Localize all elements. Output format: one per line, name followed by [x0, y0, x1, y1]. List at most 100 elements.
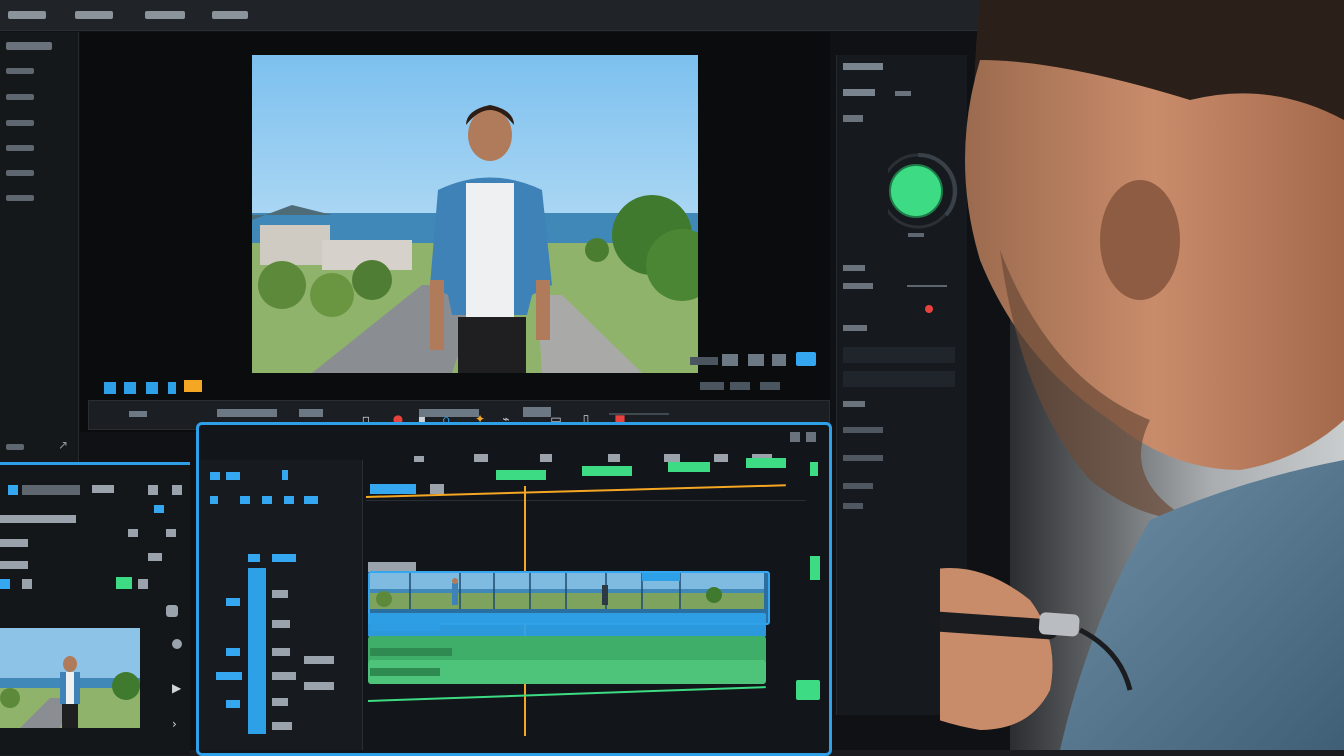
track-tool-icon[interactable] — [240, 496, 250, 504]
menu-label-3[interactable] — [145, 11, 185, 19]
parameter-label — [843, 283, 873, 289]
browser-icon[interactable] — [8, 485, 18, 495]
browser-icon[interactable] — [172, 639, 182, 649]
viewer-control[interactable] — [760, 382, 780, 390]
property-row[interactable] — [843, 347, 955, 363]
track-tool-icon[interactable] — [262, 496, 272, 504]
browser-icon[interactable] — [148, 485, 158, 495]
track-target-icon[interactable] — [226, 648, 240, 656]
project-item[interactable] — [6, 94, 34, 100]
audio-meter-level — [810, 556, 820, 580]
view-mode-icon[interactable] — [124, 382, 136, 394]
work-area-bar[interactable] — [365, 484, 786, 498]
marker-region[interactable] — [496, 470, 546, 480]
source-thumbnail[interactable] — [0, 628, 140, 728]
keyframe-indicator[interactable] — [925, 305, 933, 313]
browser-icon[interactable] — [138, 579, 148, 589]
ruler-label — [430, 484, 444, 494]
view-mode-icon[interactable] — [104, 382, 116, 394]
browser-icon[interactable] — [148, 553, 162, 561]
scrubber-mark[interactable] — [129, 411, 147, 417]
viewer-settings-button[interactable] — [796, 352, 816, 366]
project-item[interactable] — [6, 120, 34, 126]
project-panel: ↗ — [0, 32, 79, 462]
audio-meter-level — [810, 462, 818, 476]
track-tool-icon[interactable] — [226, 472, 240, 480]
browser-icon[interactable] — [22, 579, 32, 589]
timeline-settings-icon[interactable] — [790, 432, 800, 442]
view-mode-icon[interactable] — [168, 382, 176, 394]
video-clip-footer[interactable] — [368, 613, 766, 637]
track-label — [304, 682, 334, 690]
person-illustration — [790, 0, 1344, 750]
viewer-control[interactable] — [772, 354, 786, 366]
menu-label-2[interactable] — [75, 11, 113, 19]
browser-icon[interactable] — [0, 579, 10, 589]
project-item[interactable] — [6, 170, 34, 176]
time-ruler[interactable] — [365, 458, 806, 501]
track-tool-icon[interactable] — [284, 496, 294, 504]
viewer-control[interactable] — [730, 382, 750, 390]
track-label — [272, 648, 290, 656]
project-item[interactable] — [6, 68, 34, 74]
panel-footer-label — [6, 444, 24, 450]
preview-frame — [252, 55, 698, 373]
track-target-icon[interactable] — [216, 672, 242, 680]
marker-button[interactable] — [184, 380, 202, 392]
chevron-right-icon[interactable]: › — [172, 717, 177, 731]
video-clip-thumbnails — [370, 573, 764, 609]
property-row[interactable] — [843, 371, 955, 387]
marker-region[interactable] — [582, 466, 632, 476]
menu-bar — [0, 0, 980, 31]
timeline-tool[interactable] — [474, 454, 488, 462]
viewer-control[interactable] — [690, 357, 718, 365]
panel-title — [6, 42, 52, 50]
track-label — [272, 698, 288, 706]
play-icon[interactable]: ▶ — [172, 681, 181, 695]
track-tool-icon[interactable] — [282, 470, 288, 480]
editor-person — [790, 0, 1344, 750]
browser-item[interactable] — [0, 515, 76, 523]
track-target-icon[interactable] — [226, 598, 240, 606]
inspector-tab[interactable] — [843, 89, 875, 96]
browser-icon[interactable] — [166, 605, 178, 617]
browser-badge[interactable] — [116, 577, 132, 589]
property-label — [843, 427, 883, 433]
track-height-slider[interactable] — [248, 568, 266, 734]
browser-item[interactable] — [0, 561, 28, 569]
track-label — [304, 656, 334, 664]
browser-icon[interactable] — [154, 505, 164, 513]
browser-icon[interactable] — [166, 529, 176, 537]
timeline-close-icon[interactable] — [806, 432, 816, 442]
track-tool-icon[interactable] — [210, 496, 218, 504]
track-label — [248, 554, 260, 562]
track-tool-icon[interactable] — [210, 472, 220, 480]
track-headers — [200, 460, 363, 750]
menu-label-1[interactable] — [8, 11, 46, 19]
timecode-display[interactable] — [370, 484, 416, 494]
browser-item[interactable] — [0, 539, 28, 547]
expand-icon[interactable]: ↗ — [58, 438, 68, 452]
project-item[interactable] — [6, 145, 34, 151]
timeline-tool[interactable] — [664, 454, 680, 462]
browser-icon[interactable] — [128, 529, 138, 537]
marker-region[interactable] — [668, 462, 710, 472]
track-target-icon[interactable] — [226, 700, 240, 708]
audio-clip-label — [370, 668, 440, 676]
timeline-tool[interactable] — [414, 456, 424, 462]
timeline-tool[interactable] — [608, 454, 620, 462]
viewer-control[interactable] — [722, 354, 738, 366]
section-label — [843, 401, 865, 407]
inspector-tab[interactable] — [895, 91, 911, 96]
marker-region[interactable] — [746, 458, 786, 468]
viewer-control[interactable] — [748, 354, 764, 366]
timeline-tool[interactable] — [540, 454, 552, 462]
timeline-tool[interactable] — [714, 454, 728, 462]
preview-image — [252, 55, 698, 373]
browser-icon[interactable] — [172, 485, 182, 495]
menu-label-4[interactable] — [212, 11, 248, 19]
project-item[interactable] — [6, 195, 34, 201]
view-mode-icon[interactable] — [146, 382, 158, 394]
track-tool-icon[interactable] — [304, 496, 318, 504]
viewer-control[interactable] — [700, 382, 724, 390]
